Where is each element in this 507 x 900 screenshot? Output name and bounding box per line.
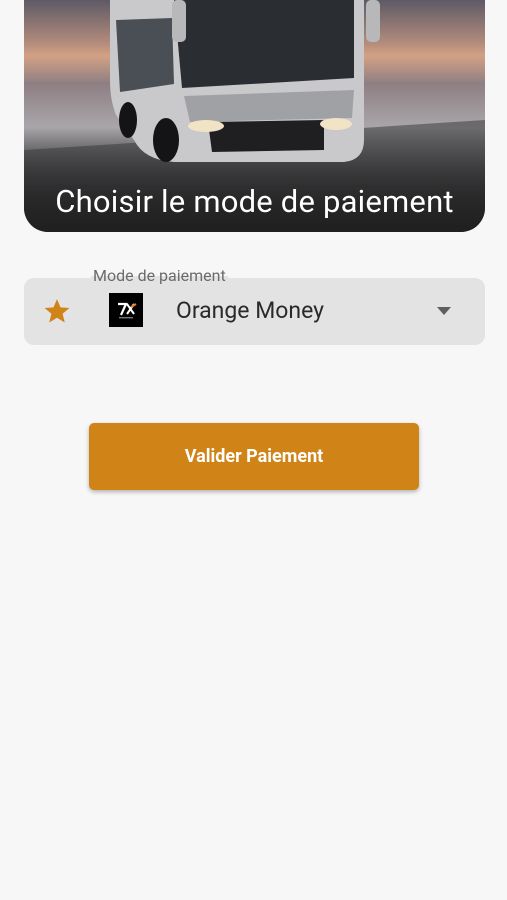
payment-method-dropdown[interactable]: Mode de paiement Orange Money [24, 266, 485, 345]
page-title: Choisir le mode de paiement [55, 183, 454, 220]
payment-method-label: Mode de paiement [91, 266, 228, 286]
selected-payment-method: Orange Money [176, 297, 325, 324]
star-icon [44, 299, 70, 323]
header-banner: Choisir le mode de paiement [24, 0, 485, 232]
orange-money-logo-icon [109, 293, 143, 327]
dropdown-arrow-icon[interactable] [437, 307, 451, 315]
validate-payment-button[interactable]: Valider Paiement [89, 423, 419, 490]
